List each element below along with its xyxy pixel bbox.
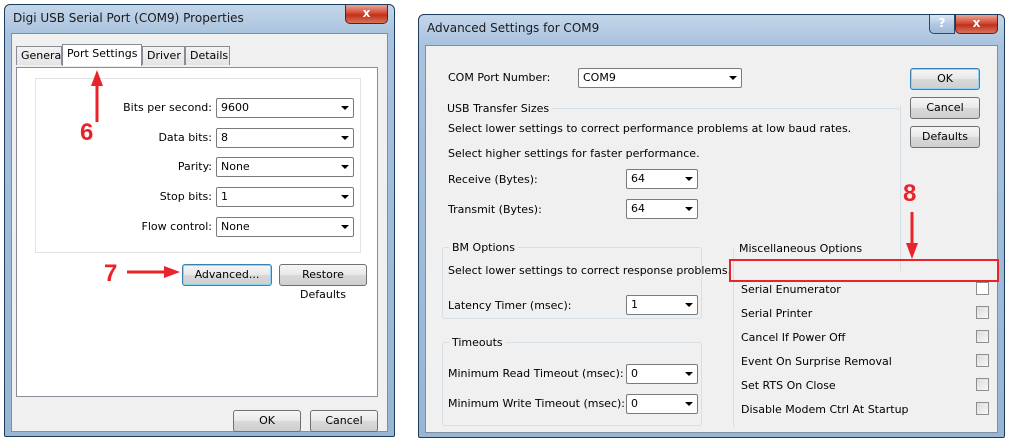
annotation-8: 8: [903, 180, 917, 207]
annotation-arrows: [91, 70, 918, 278]
arrow-8-icon: [906, 212, 918, 259]
tab-port-settings[interactable]: Port Settings: [62, 44, 142, 66]
arrow-6-icon: [91, 70, 103, 122]
arrow-7-icon: [127, 266, 180, 278]
annotation-6: 6: [80, 119, 94, 146]
annotation-7: 7: [104, 260, 118, 287]
